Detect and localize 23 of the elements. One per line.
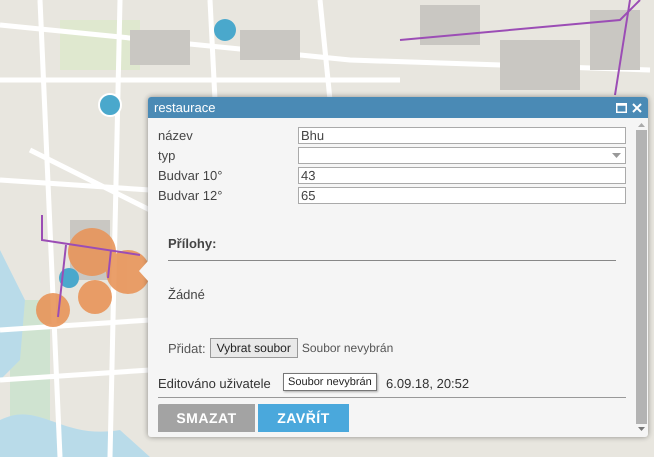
scroll-up-icon[interactable] <box>638 123 644 127</box>
tooltip: Soubor nevybrán <box>283 373 377 391</box>
attachments-heading: Přílohy: <box>168 236 218 251</box>
caret-icon <box>612 153 621 158</box>
close-icon[interactable] <box>632 102 642 112</box>
popup-title: restaurace <box>154 100 216 115</box>
scroll-thumb[interactable] <box>636 130 646 424</box>
maximize-icon[interactable] <box>616 102 627 112</box>
field-label: název <box>158 127 194 144</box>
field-label: Budvar 12° <box>158 187 224 204</box>
input-field[interactable]: Bhu <box>298 127 626 144</box>
edit-info-date: 6.09.18, 20:52 <box>386 376 470 391</box>
dropdown-field[interactable] <box>298 147 626 164</box>
empty-attachments-text: Žádné <box>168 287 206 302</box>
field-label: typ <box>158 147 176 164</box>
input-field[interactable]: 43 <box>298 167 626 184</box>
field-label: Budvar 10° <box>158 167 224 184</box>
edit-info-text: Editováno uživatele <box>158 376 272 391</box>
choose-file-button[interactable]: Vybrat soubor <box>210 338 298 358</box>
input-field[interactable]: 65 <box>298 187 626 204</box>
file-status: Soubor nevybrán <box>302 341 394 355</box>
add-label: Přidat: <box>168 340 206 356</box>
scroll-down-icon[interactable] <box>638 427 644 431</box>
